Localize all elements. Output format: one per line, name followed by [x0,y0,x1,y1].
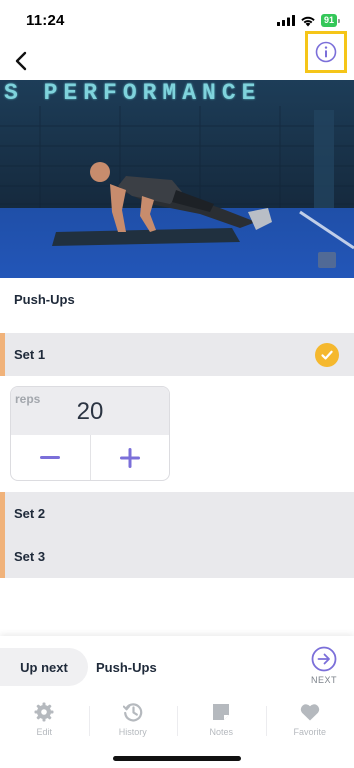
wifi-icon [301,16,315,26]
nav-bar [0,31,354,80]
reps-value[interactable]: 20 [11,398,169,426]
tab-bar: Edit History Notes Favorite [0,702,354,742]
tab-label: Favorite [293,727,326,737]
increment-button[interactable] [91,435,170,480]
set-label: Set 1 [14,347,46,362]
next-label: NEXT [310,675,337,685]
exercise-image: S PERFORMANCE [0,80,354,278]
signal-icon [276,15,295,26]
exercise-photo [0,80,354,278]
history-icon [122,703,143,722]
gym-banner: S PERFORMANCE [4,80,262,106]
set-row-2[interactable]: Set 2 [0,492,354,535]
set-row-1[interactable]: Set 1 [0,333,354,376]
tab-label: History [118,727,147,737]
checkmark-icon[interactable] [315,343,339,367]
info-icon [315,41,337,63]
arrow-right-circle-icon [311,646,337,672]
up-next-label: Up next [0,648,88,686]
reps-stepper: reps 20 [10,386,170,481]
set-row-3[interactable]: Set 3 [0,535,354,578]
notes-icon [213,704,230,720]
tab-history[interactable]: History [88,702,178,742]
battery-icon: 91 [320,14,340,27]
back-button[interactable] [6,46,36,76]
tab-edit[interactable]: Edit [0,702,89,742]
tab-notes[interactable]: Notes [177,702,266,742]
decrement-button[interactable] [11,435,91,480]
next-button[interactable]: NEXT [304,646,344,690]
gear-icon [34,702,54,722]
chevron-left-icon [15,51,27,71]
tab-label: Notes [209,727,233,737]
minus-icon [40,456,61,459]
set-label: Set 3 [14,549,46,564]
status-bar: 11:24 91 [0,0,354,44]
info-button[interactable] [305,31,347,73]
tab-label: Edit [36,727,52,737]
heart-icon [300,704,319,721]
status-icons: 91 [276,14,340,27]
plus-icon [119,448,140,468]
up-next-exercise[interactable]: Push-Ups [96,660,157,675]
home-indicator [113,756,241,761]
exercise-title: Push-Ups [14,292,75,307]
battery-level: 91 [320,14,337,27]
status-time: 11:24 [26,12,65,29]
set-label: Set 2 [14,506,46,521]
tab-favorite[interactable]: Favorite [265,702,354,742]
footer: Up next Push-Ups NEXT Edit History Notes… [0,636,354,768]
